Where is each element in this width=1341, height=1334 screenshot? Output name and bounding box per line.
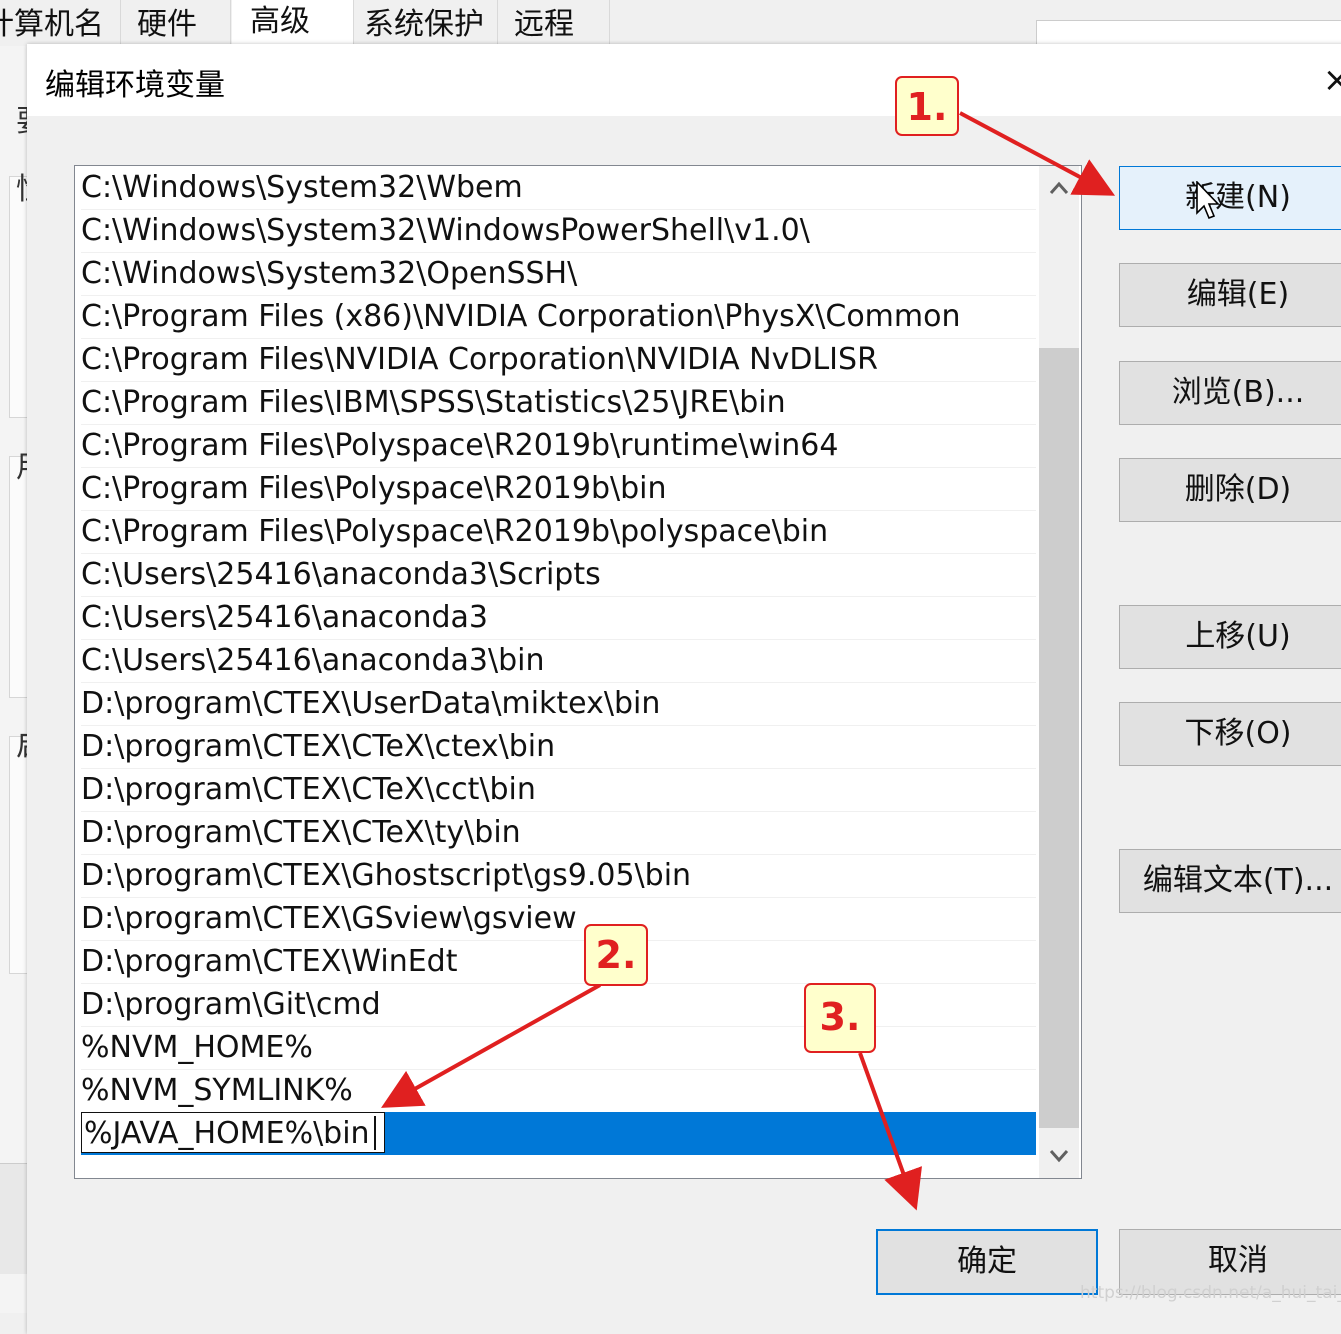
path-edit-input[interactable]: %JAVA_HOME%\bin [81,1112,385,1153]
tab-hardware[interactable]: 硬件 [121,0,231,46]
ok-button[interactable]: 确定 [876,1229,1098,1295]
edit-text-button[interactable]: 编辑文本(T)... [1119,849,1341,913]
background-panel-strip: 要 性 用 启 [0,46,46,1313]
scroll-down-button[interactable] [1039,1134,1079,1176]
list-item[interactable]: C:\Windows\System32\OpenSSH\ [81,252,1036,296]
annotation-step-2: 2. [584,924,648,986]
list-item[interactable]: C:\Program Files\Polyspace\R2019b\runtim… [81,424,1036,468]
list-item[interactable]: D:\program\CTEX\CTeX\ctex\bin [81,725,1036,769]
tab-remote[interactable]: 远程 [498,0,610,46]
list-item[interactable]: D:\program\CTEX\CTeX\cct\bin [81,768,1036,812]
browse-button[interactable]: 浏览(B)... [1119,361,1341,425]
list-item[interactable]: C:\Program Files\Polyspace\R2019b\polysp… [81,510,1036,554]
annotation-step-1: 1. [895,76,959,136]
dialog-title: 编辑环境变量 [45,68,225,103]
edit-env-variable-dialog: 编辑环境变量 × C:\Windows\System32\Wbem C:\Wind… [27,44,1341,1334]
list-item[interactable]: C:\Users\25416\anaconda3\Scripts [81,553,1036,597]
tab-advanced[interactable]: 高级 [232,0,354,46]
close-button[interactable]: × [1317,60,1341,100]
background-groupbox [9,176,28,418]
delete-button[interactable]: 删除(D) [1119,458,1341,522]
move-up-button[interactable]: 上移(U) [1119,605,1341,669]
path-list[interactable]: C:\Windows\System32\Wbem C:\Windows\Syste… [74,165,1082,1179]
tab-computer-name[interactable]: 计算机名 [0,0,121,46]
list-item[interactable]: %NVM_SYMLINK% [81,1069,1036,1113]
list-item[interactable]: C:\Windows\System32\Wbem [81,166,1036,210]
list-item[interactable]: C:\Users\25416\anaconda3 [81,596,1036,640]
background-groupbox [9,456,28,698]
list-item[interactable]: %NVM_HOME% [81,1026,1036,1070]
background-tab-strip: 计算机名 硬件 高级 系统保护 远程 [0,0,1180,46]
list-item[interactable]: C:\Program Files (x86)\NVIDIA Corporatio… [81,295,1036,339]
chevron-down-icon [1049,1150,1069,1163]
list-item[interactable]: D:\program\CTEX\GSview\gsview [81,897,1036,941]
list-item[interactable]: D:\program\CTEX\CTeX\ty\bin [81,811,1036,855]
list-item[interactable]: C:\Program Files\Polyspace\R2019b\bin [81,467,1036,511]
scroll-thumb[interactable] [1039,348,1079,1128]
mouse-pointer-icon [1196,181,1220,220]
path-edit-value: %JAVA_HOME%\bin [84,1116,370,1151]
list-item[interactable]: D:\program\Git\cmd [81,983,1036,1027]
list-item[interactable]: C:\Windows\System32\WindowsPowerShell\v1… [81,209,1036,253]
list-item[interactable]: D:\program\CTEX\UserData\miktex\bin [81,682,1036,726]
list-item[interactable]: D:\program\CTEX\WinEdt [81,940,1036,984]
edit-button[interactable]: 编辑(E) [1119,263,1341,327]
list-item-editing[interactable]: %JAVA_HOME%\bin [81,1112,1036,1155]
background-footer [0,1163,27,1274]
text-caret [374,1116,376,1150]
tab-system-protection[interactable]: 系统保护 [354,0,498,46]
scroll-up-button[interactable] [1039,166,1079,208]
dialog-titlebar[interactable]: 编辑环境变量 × [27,44,1341,116]
chevron-up-icon [1049,181,1069,194]
list-item[interactable]: C:\Program Files\IBM\SPSS\Statistics\25\… [81,381,1036,425]
annotation-step-3: 3. [804,983,876,1053]
list-scrollbar[interactable] [1039,166,1079,1178]
list-item[interactable]: D:\program\CTEX\Ghostscript\gs9.05\bin [81,854,1036,898]
list-item[interactable]: C:\Program Files\NVIDIA Corporation\NVID… [81,338,1036,382]
new-button[interactable]: 新建(N) [1119,166,1341,230]
watermark: https://blog.csdn.net/a_hui_tai_lang [1080,1283,1341,1303]
move-down-button[interactable]: 下移(O) [1119,702,1341,766]
close-icon: × [1322,60,1341,100]
background-groupbox [9,736,28,974]
list-item[interactable]: C:\Users\25416\anaconda3\bin [81,639,1036,683]
